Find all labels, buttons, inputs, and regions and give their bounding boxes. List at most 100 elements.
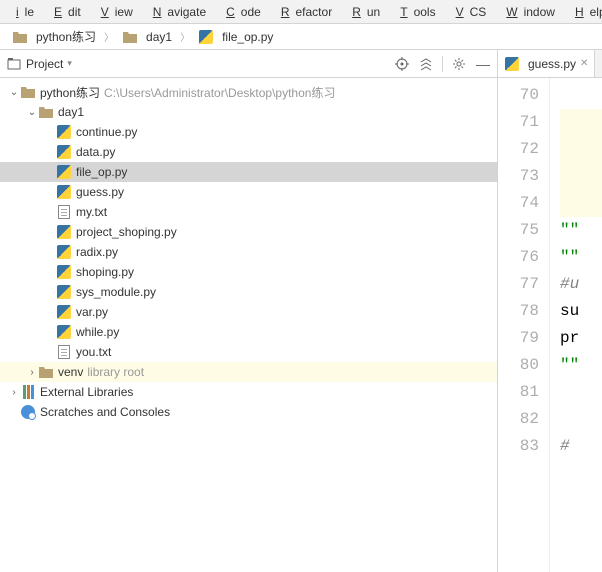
- tree-label: External Libraries: [40, 385, 133, 399]
- tree-file[interactable]: continue.py: [0, 122, 497, 142]
- breadcrumb-label: python练习: [36, 28, 96, 45]
- tree-icon: [56, 184, 72, 200]
- line-number: 74: [498, 190, 549, 217]
- tree-file[interactable]: var.py: [0, 302, 497, 322]
- line-number: 71: [498, 109, 549, 136]
- code-line[interactable]: #: [560, 433, 602, 460]
- tree-external[interactable]: › External Libraries: [0, 382, 497, 402]
- dropdown-icon[interactable]: ▾: [67, 58, 72, 69]
- tab-guess[interactable]: guess.py ✕: [498, 50, 595, 77]
- menu-vcs[interactable]: VCS: [444, 3, 493, 21]
- tree-file[interactable]: my.txt: [0, 202, 497, 222]
- tree-label: venv: [58, 365, 83, 379]
- target-icon[interactable]: [394, 56, 410, 72]
- tree-label: var.py: [76, 305, 108, 319]
- editor-body[interactable]: 7071727374757677787980818283 """"#usupr"…: [498, 78, 602, 572]
- tree-file[interactable]: sys_module.py: [0, 282, 497, 302]
- code-line[interactable]: [560, 136, 602, 163]
- tree-file[interactable]: shoping.py: [0, 262, 497, 282]
- project-title[interactable]: Project: [26, 57, 63, 71]
- editor-tabs: guess.py ✕: [498, 50, 602, 78]
- tree-file[interactable]: you.txt: [0, 342, 497, 362]
- menu-window[interactable]: Window: [494, 3, 561, 21]
- code-line[interactable]: [560, 406, 602, 433]
- menu-view[interactable]: View: [89, 3, 139, 21]
- line-number: 81: [498, 379, 549, 406]
- code-line[interactable]: su: [560, 298, 602, 325]
- project-tree[interactable]: ⌄python练习C:\Users\Administrator\Desktop\…: [0, 78, 497, 572]
- editor-area: guess.py ✕ 7071727374757677787980818283 …: [498, 50, 602, 572]
- breadcrumb-sep: 〉: [178, 29, 192, 44]
- tree-icon: [56, 224, 72, 240]
- breadcrumb: python练习〉day1〉file_op.py: [0, 24, 602, 50]
- menu-run[interactable]: Run: [340, 3, 386, 21]
- tree-file[interactable]: radix.py: [0, 242, 497, 262]
- code-line[interactable]: [560, 109, 602, 136]
- tree-file[interactable]: guess.py: [0, 182, 497, 202]
- line-number: 77: [498, 271, 549, 298]
- breadcrumb-item[interactable]: file_op.py: [194, 27, 277, 47]
- tree-day1[interactable]: ⌄ day1: [0, 102, 497, 122]
- code-line[interactable]: [560, 82, 602, 109]
- project-view-icon[interactable]: [6, 56, 22, 72]
- code-line[interactable]: [560, 190, 602, 217]
- code-line[interactable]: "": [560, 217, 602, 244]
- tree-icon: [56, 244, 72, 260]
- code-line[interactable]: [560, 163, 602, 190]
- code-line[interactable]: "": [560, 352, 602, 379]
- project-header: Project ▾ —: [0, 50, 497, 78]
- code-line[interactable]: [560, 379, 602, 406]
- folder-icon: [12, 29, 28, 45]
- line-number: 80: [498, 352, 549, 379]
- hide-icon[interactable]: —: [475, 56, 491, 72]
- tree-file[interactable]: project_shoping.py: [0, 222, 497, 242]
- expand-arrow[interactable]: ›: [26, 367, 38, 378]
- code-line[interactable]: #u: [560, 271, 602, 298]
- menu-ile[interactable]: ile: [4, 3, 40, 21]
- menu-navigate[interactable]: Navigate: [141, 3, 212, 21]
- tree-label: you.txt: [76, 345, 111, 359]
- tree-root[interactable]: ⌄python练习C:\Users\Administrator\Desktop\…: [0, 82, 497, 102]
- tree-hint: C:\Users\Administrator\Desktop\python练习: [104, 84, 335, 101]
- tree-icon: [56, 144, 72, 160]
- tree-file[interactable]: while.py: [0, 322, 497, 342]
- breadcrumb-item[interactable]: python练习: [8, 26, 100, 47]
- gear-icon[interactable]: [451, 56, 467, 72]
- tree-icon: [56, 284, 72, 300]
- menu-tools[interactable]: Tools: [388, 3, 441, 21]
- line-number: 83: [498, 433, 549, 460]
- tree-label: sys_module.py: [76, 285, 156, 299]
- tree-label: day1: [58, 105, 84, 119]
- close-icon[interactable]: ✕: [580, 58, 588, 69]
- tree-hint: library root: [87, 365, 144, 379]
- tree-icon: [38, 104, 54, 120]
- code-area[interactable]: """"#usupr""#: [550, 78, 602, 572]
- line-number: 70: [498, 82, 549, 109]
- tree-label: while.py: [76, 325, 119, 339]
- tree-icon: [56, 324, 72, 340]
- code-line[interactable]: "": [560, 244, 602, 271]
- tree-icon: [56, 264, 72, 280]
- tree-file[interactable]: file_op.py: [0, 162, 497, 182]
- tree-venv[interactable]: › venv library root: [0, 362, 497, 382]
- tree-label: radix.py: [76, 245, 118, 259]
- tree-scratches[interactable]: Scratches and Consoles: [0, 402, 497, 422]
- menu-refactor[interactable]: Refactor: [269, 3, 338, 21]
- code-line[interactable]: pr: [560, 325, 602, 352]
- menu-code[interactable]: Code: [214, 3, 267, 21]
- line-number: 78: [498, 298, 549, 325]
- scratch-icon: [20, 404, 36, 420]
- expand-arrow[interactable]: ⌄: [26, 107, 38, 118]
- tree-file[interactable]: data.py: [0, 142, 497, 162]
- expand-arrow[interactable]: ⌄: [8, 87, 20, 98]
- collapse-icon[interactable]: [418, 56, 434, 72]
- line-gutter: 7071727374757677787980818283: [498, 78, 550, 572]
- breadcrumb-label: file_op.py: [222, 30, 273, 44]
- line-number: 72: [498, 136, 549, 163]
- menu-help[interactable]: Help: [563, 3, 602, 21]
- expand-arrow[interactable]: ›: [8, 387, 20, 398]
- py-icon: [198, 29, 214, 45]
- breadcrumb-item[interactable]: day1: [118, 27, 176, 47]
- menu-edit[interactable]: Edit: [42, 3, 87, 21]
- tree-icon: [56, 204, 72, 220]
